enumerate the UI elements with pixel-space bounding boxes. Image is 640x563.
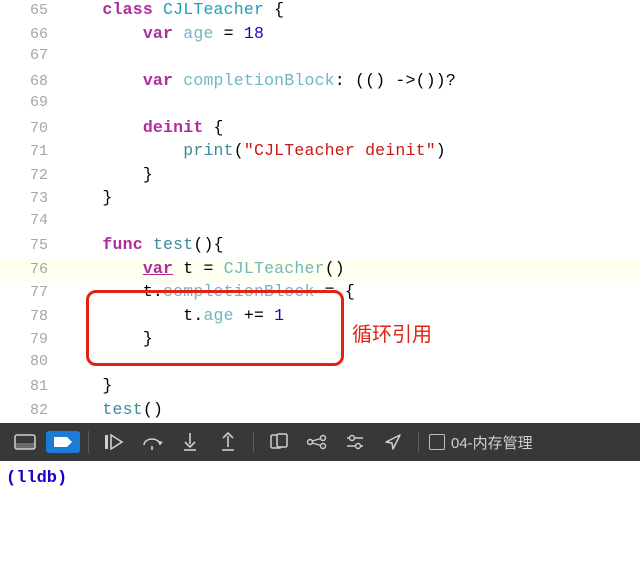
code-content: print("CJLTeacher deinit") xyxy=(62,141,640,160)
line-number: 72 xyxy=(0,167,62,184)
debug-toolbar: 04-内存管理 xyxy=(0,423,640,461)
line-number: 74 xyxy=(0,212,62,229)
line-number: 77 xyxy=(0,284,62,301)
code-line[interactable]: 69 xyxy=(0,94,640,118)
code-content: var age = 18 xyxy=(62,24,640,43)
code-line[interactable]: 68 var completionBlock: (() ->())? xyxy=(0,71,640,95)
line-number: 79 xyxy=(0,331,62,348)
debug-memory-graph-icon[interactable] xyxy=(300,427,334,457)
line-number: 75 xyxy=(0,237,62,254)
code-line[interactable]: 65 class CJLTeacher { xyxy=(0,0,640,24)
code-line[interactable]: 71 print("CJLTeacher deinit") xyxy=(0,141,640,165)
code-line[interactable]: 79 } xyxy=(0,329,640,353)
line-number: 70 xyxy=(0,120,62,137)
target-icon xyxy=(429,434,445,450)
debug-view-hierarchy-icon[interactable] xyxy=(262,427,296,457)
line-number: 78 xyxy=(0,308,62,325)
toolbar-separator xyxy=(418,431,419,453)
line-number: 68 xyxy=(0,73,62,90)
line-number: 73 xyxy=(0,190,62,207)
code-line[interactable]: 75 func test(){ xyxy=(0,235,640,259)
line-number: 69 xyxy=(0,94,62,111)
step-into-icon[interactable] xyxy=(173,427,207,457)
code-content: } xyxy=(62,188,640,207)
code-content: t.completionBlock = { xyxy=(62,282,640,301)
code-content: deinit { xyxy=(62,118,640,137)
code-line[interactable]: 82 test() xyxy=(0,400,640,424)
code-line[interactable]: 76 var t = CJLTeacher() xyxy=(0,259,640,283)
code-line[interactable]: 80 xyxy=(0,353,640,377)
code-content: var completionBlock: (() ->())? xyxy=(62,71,640,90)
code-line[interactable]: 81 } xyxy=(0,376,640,400)
environment-overrides-icon[interactable] xyxy=(338,427,372,457)
simulate-location-icon[interactable] xyxy=(376,427,410,457)
code-content: func test(){ xyxy=(62,235,640,254)
code-line[interactable]: 72 } xyxy=(0,165,640,189)
code-line[interactable]: 67 xyxy=(0,47,640,71)
code-editor[interactable]: 65 class CJLTeacher {66 var age = 186768… xyxy=(0,0,640,423)
line-number: 71 xyxy=(0,143,62,160)
lldb-prompt: (lldb) xyxy=(6,469,67,488)
code-content: test() xyxy=(62,400,640,419)
line-number: 81 xyxy=(0,378,62,395)
step-over-icon[interactable] xyxy=(135,427,169,457)
target-label: 04-内存管理 xyxy=(451,432,533,453)
breakpoints-toggle[interactable] xyxy=(46,427,80,457)
code-line[interactable]: 74 xyxy=(0,212,640,236)
toolbar-separator xyxy=(253,431,254,453)
line-number: 65 xyxy=(0,2,62,19)
line-number: 67 xyxy=(0,47,62,64)
line-number: 76 xyxy=(0,261,62,278)
code-line[interactable]: 77 t.completionBlock = { xyxy=(0,282,640,306)
code-content: class CJLTeacher { xyxy=(62,0,640,19)
code-content: var t = CJLTeacher() xyxy=(62,259,640,278)
debug-console[interactable]: (lldb) xyxy=(0,461,640,496)
code-content: } xyxy=(62,376,640,395)
code-line[interactable]: 73 } xyxy=(0,188,640,212)
continue-icon[interactable] xyxy=(97,427,131,457)
code-line[interactable]: 66 var age = 18 xyxy=(0,24,640,48)
code-content: } xyxy=(62,165,640,184)
toolbar-separator xyxy=(88,431,89,453)
code-line[interactable]: 70 deinit { xyxy=(0,118,640,142)
line-number: 82 xyxy=(0,402,62,419)
step-out-icon[interactable] xyxy=(211,427,245,457)
code-content: t.age += 1 xyxy=(62,306,640,325)
line-number: 80 xyxy=(0,353,62,370)
code-line[interactable]: 78 t.age += 1 xyxy=(0,306,640,330)
hide-debug-area-icon[interactable] xyxy=(8,427,42,457)
line-number: 66 xyxy=(0,26,62,43)
debug-target[interactable]: 04-内存管理 xyxy=(429,432,533,453)
code-content: } xyxy=(62,329,640,348)
